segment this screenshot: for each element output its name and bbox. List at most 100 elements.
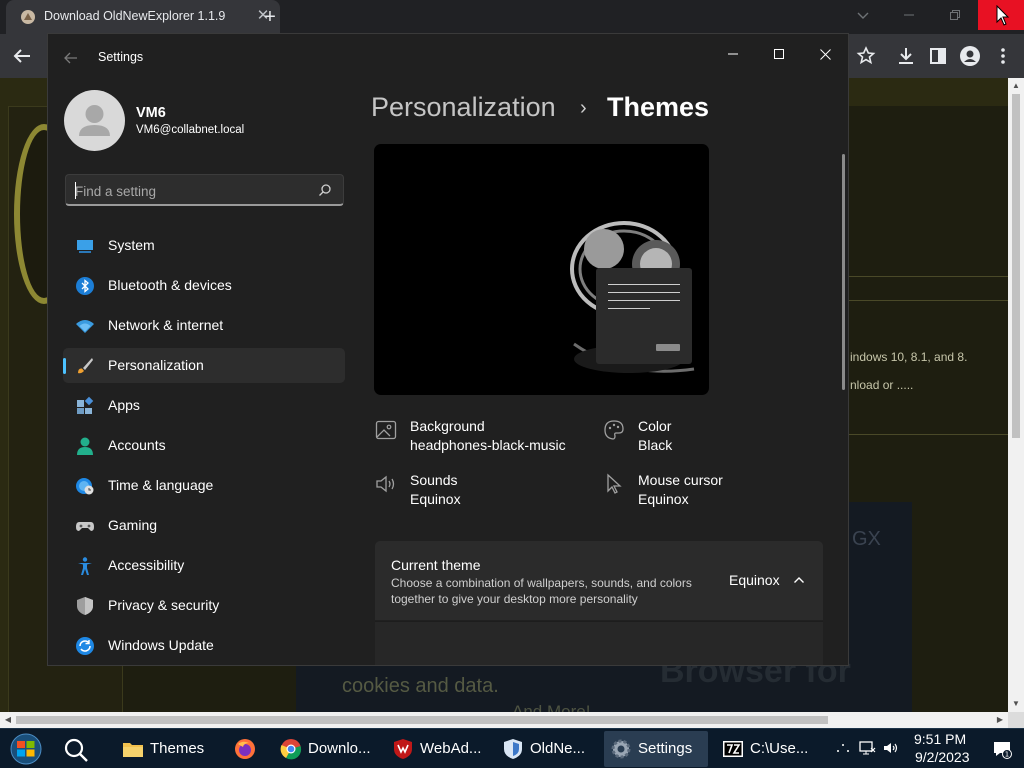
nav-item-label: Personalization	[108, 357, 204, 373]
nav-item-apps[interactable]: Apps	[63, 388, 345, 423]
scrollbar-corner	[1008, 712, 1024, 728]
current-theme-card[interactable]: Current theme Choose a combination of wa…	[375, 541, 823, 620]
nav-item-label: Windows Update	[108, 637, 214, 653]
search-icon[interactable]	[318, 183, 332, 197]
browser-menu-icon[interactable]	[991, 44, 1015, 68]
mouse-cursor-setting[interactable]: Mouse cursor Equinox	[602, 472, 802, 512]
notification-center-icon[interactable]: 1	[992, 739, 1012, 759]
mouse-cursor-value: Equinox	[638, 491, 689, 507]
nav-item-label: Gaming	[108, 517, 158, 533]
current-theme-expanded-area	[375, 621, 823, 665]
nav-item-windows-update[interactable]: Windows Update	[63, 628, 345, 663]
accounts-icon	[77, 437, 93, 455]
nav-item-accessibility[interactable]: Accessibility	[63, 548, 345, 583]
background-label: Background	[410, 418, 485, 434]
nav-item-network[interactable]: Network & internet	[63, 308, 345, 343]
settings-window: Settings VM6 VM6@collabnet.local System	[47, 33, 849, 666]
side-panel-icon[interactable]	[926, 44, 950, 68]
nav-item-time-language[interactable]: Time & language	[63, 468, 345, 503]
bluetooth-icon	[76, 277, 94, 295]
nav-item-label: Apps	[108, 397, 140, 413]
volume-icon[interactable]	[882, 739, 900, 757]
tab-search-chevron-icon[interactable]	[854, 6, 872, 24]
clock-time[interactable]: 9:51 PM	[914, 731, 966, 747]
back-arrow-icon[interactable]	[62, 49, 80, 67]
taskbar-item-label: WebAd...	[420, 740, 482, 757]
tab-title: Download OldNewExplorer 1.1.9	[44, 9, 226, 23]
browser-minimize-button[interactable]	[886, 0, 932, 30]
clock-date[interactable]: 9/2/2023	[915, 749, 970, 765]
scrollbar-thumb[interactable]	[1012, 94, 1020, 438]
scroll-down-arrow-icon[interactable]: ▼	[1008, 696, 1024, 712]
taskbar-item-firefox[interactable]	[228, 731, 264, 767]
settings-scrollbar[interactable]	[842, 154, 845, 390]
start-button-windows-icon[interactable]	[6, 732, 46, 766]
bookmark-star-icon[interactable]	[854, 44, 878, 68]
sounds-setting[interactable]: Sounds Equinox	[374, 472, 574, 512]
nav-item-bluetooth[interactable]: Bluetooth & devices	[63, 268, 345, 303]
chevron-up-icon[interactable]	[793, 574, 805, 586]
maximize-button[interactable]	[759, 40, 799, 70]
page-text: indows 10, 8.1, and 8.	[850, 350, 968, 364]
settings-search-input[interactable]	[75, 181, 305, 201]
scroll-right-arrow-icon[interactable]: ▶	[992, 712, 1008, 728]
color-setting[interactable]: Color Black	[602, 418, 802, 458]
nav-item-personalization[interactable]: Personalization	[63, 348, 345, 383]
taskbar: Themes Downlo... WebAd... OldNe... Setti…	[0, 728, 1024, 768]
theme-preview	[374, 144, 709, 395]
breadcrumb-separator: ›	[580, 97, 587, 119]
wifi-icon	[76, 320, 94, 333]
taskbar-item-themes[interactable]: Themes	[116, 731, 220, 767]
nav-item-label: Privacy & security	[108, 597, 220, 613]
nav-item-label: Accounts	[108, 437, 166, 453]
nav-item-system[interactable]: System	[63, 228, 345, 263]
picture-icon	[375, 420, 397, 440]
background-setting[interactable]: Background headphones-black-music	[374, 418, 574, 458]
window-title: Settings	[98, 50, 144, 64]
settings-search-box[interactable]	[65, 174, 344, 206]
taskbar-item-webadvisor[interactable]: WebAd...	[386, 731, 488, 767]
close-button[interactable]	[805, 40, 845, 70]
taskbar-search-icon[interactable]	[62, 736, 90, 764]
7zip-icon	[723, 741, 743, 757]
preview-window-card	[596, 268, 692, 364]
page-divider	[848, 434, 1008, 435]
browser-restore-button[interactable]	[932, 0, 978, 30]
scroll-up-arrow-icon[interactable]: ▲	[1008, 78, 1024, 94]
tray-overflow-icon[interactable]	[834, 739, 852, 757]
nav-item-accounts[interactable]: Accounts	[63, 428, 345, 463]
nav-item-privacy-security[interactable]: Privacy & security	[63, 588, 345, 623]
ad-text: cookies and data.	[342, 675, 499, 697]
breadcrumb-parent[interactable]: Personalization	[371, 92, 556, 123]
user-avatar[interactable]	[64, 90, 125, 151]
current-theme-title: Current theme	[391, 557, 481, 573]
minimize-button[interactable]	[713, 40, 753, 70]
person-icon	[79, 105, 110, 136]
sounds-value: Equinox	[410, 491, 461, 507]
download-icon[interactable]	[894, 44, 918, 68]
scrollbar-thumb[interactable]	[16, 716, 828, 724]
network-monitor-icon[interactable]	[858, 739, 876, 757]
taskbar-item-oldnewexplorer[interactable]: OldNe...	[496, 731, 596, 767]
browser-tabstrip: Download OldNewExplorer 1.1.9 ✕ +	[0, 0, 1024, 34]
user-email: VM6@collabnet.local	[136, 124, 245, 136]
nav-item-label: Time & language	[108, 477, 214, 493]
page-vertical-scrollbar[interactable]: ▲ ▼	[1008, 78, 1024, 712]
taskbar-item-settings[interactable]: Settings	[604, 731, 708, 767]
chrome-icon	[280, 739, 302, 760]
page-horizontal-scrollbar[interactable]: ◀ ▶	[0, 712, 1008, 728]
scroll-left-arrow-icon[interactable]: ◀	[0, 712, 16, 728]
browser-tab[interactable]: Download OldNewExplorer 1.1.9 ✕	[6, 0, 280, 34]
back-arrow-icon[interactable]	[10, 44, 34, 68]
nav-item-label: Network & internet	[108, 317, 224, 333]
system-icon	[77, 240, 93, 253]
new-tab-button[interactable]: +	[258, 6, 282, 28]
color-label: Color	[638, 418, 672, 434]
profile-icon[interactable]	[958, 44, 982, 68]
taskbar-item-label: OldNe...	[530, 740, 586, 757]
speaker-icon	[376, 475, 395, 493]
nav-item-gaming[interactable]: Gaming	[63, 508, 345, 543]
taskbar-item-chrome[interactable]: Downlo...	[274, 731, 376, 767]
taskbar-item-7zip[interactable]: C:\Use...	[716, 731, 820, 767]
update-icon	[76, 637, 94, 655]
